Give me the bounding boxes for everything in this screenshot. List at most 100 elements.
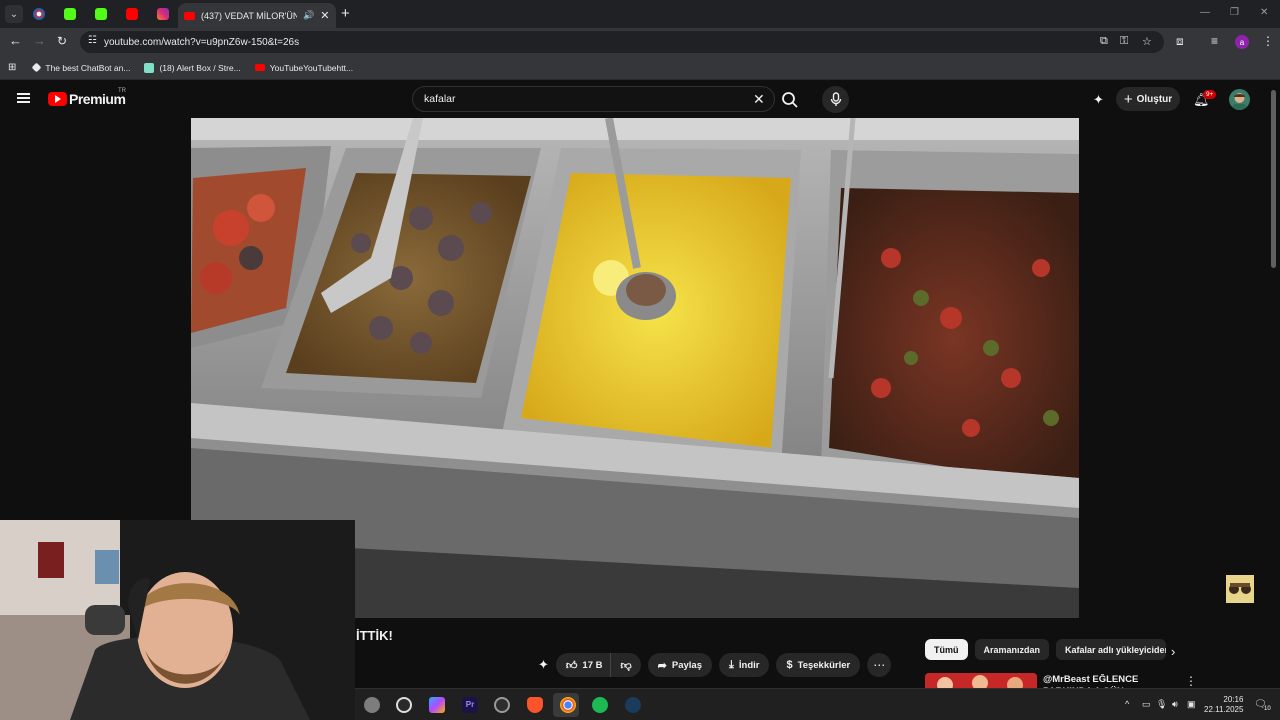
steam-icon[interactable] — [625, 697, 641, 713]
dislike-button[interactable]: 👎︎ — [611, 653, 641, 677]
share-label: Paylaş — [671, 659, 702, 671]
back-icon[interactable]: ← — [9, 34, 22, 48]
chrome-circle-icon — [32, 8, 45, 20]
bookmark-label: (18) Alert Box / Stre... — [159, 62, 241, 73]
account-avatar[interactable] — [1229, 89, 1250, 110]
speedometer-icon[interactable] — [396, 697, 412, 713]
close-icon[interactable]: ✕ — [320, 9, 329, 22]
instagram-icon — [156, 8, 169, 20]
download-button[interactable]: ⤓ İndir — [719, 653, 770, 677]
notification-count: 10 — [1264, 706, 1271, 712]
pinned-tab-4[interactable] — [116, 0, 147, 28]
chrome-menu-icon[interactable]: ⋮ — [1262, 34, 1274, 48]
speaker-icon[interactable]: 🔊 — [303, 10, 314, 21]
active-tab[interactable]: (437) VEDAT MİLOR'ÜN İSTA 🔊 ✕ — [178, 3, 336, 28]
youtube-icon — [125, 8, 138, 20]
network-icon[interactable]: ▣ — [1187, 699, 1196, 710]
chevron-up-icon[interactable]: ^ — [1125, 699, 1129, 709]
channel-logo-icon — [1226, 575, 1254, 603]
bookmark-item[interactable]: (18) Alert Box / Stre... — [144, 62, 241, 73]
video-actions: ✦ 👍︎ 17 B 👎︎ ➦ Paylaş ⤓ İndir $ Teşekkürler … — [538, 653, 892, 677]
premiere-pro-icon[interactable]: Pr — [462, 697, 478, 713]
download-icon: ⤓ — [729, 658, 734, 671]
media-controls-icon[interactable]: ≡ — [1211, 34, 1218, 48]
windows-taskbar: Pr ^ ▭ 🎙︎ 🔊︎ ▣ 20:16 22.11.2025 🗨︎ 10 — [355, 688, 1280, 720]
search-input[interactable] — [424, 93, 724, 105]
chip-from-uploader[interactable]: Kafalar adlı yükleyiciden — [1056, 639, 1167, 660]
password-key-icon[interactable]: ⚿ — [1120, 35, 1128, 48]
chip-from-search[interactable]: Aramanızdan — [974, 639, 1050, 660]
kick-icon — [94, 8, 107, 20]
spotify-icon[interactable] — [592, 697, 608, 713]
chatbot-icon — [31, 62, 42, 73]
more-actions-button[interactable]: ⋯ — [867, 653, 892, 677]
youtube-masthead: Premium TR ✕ ✦ +Oluştur 🔔︎ 9+ — [0, 81, 1280, 118]
install-app-icon[interactable]: ⧉ — [1100, 35, 1108, 48]
device-icon[interactable]: ▭ — [1142, 699, 1151, 710]
more-vertical-icon[interactable]: ⋮ — [1185, 674, 1197, 688]
voice-search-button[interactable] — [822, 86, 849, 113]
download-label: İndir — [738, 659, 760, 671]
youtube-logo-icon[interactable] — [48, 92, 67, 106]
menu-icon[interactable] — [17, 93, 30, 103]
share-button[interactable]: ➦ Paylaş — [647, 653, 712, 677]
chevron-right-icon[interactable]: › — [1171, 644, 1175, 659]
chevron-down-icon: ⌄ — [9, 8, 19, 20]
avatar-face-icon — [1232, 93, 1247, 110]
more-horizontal-icon: ⋯ — [873, 658, 886, 672]
plus-icon: + — [1123, 90, 1133, 108]
microphone-icon — [830, 92, 841, 106]
bookmarks-bar: ⊞ The best ChatBot an... (18) Alert Box … — [0, 56, 1280, 80]
brand-label[interactable]: Premium — [69, 91, 126, 107]
youtube-icon — [254, 64, 265, 71]
premium-sparkle-icon[interactable]: ✦ — [1093, 92, 1104, 108]
bookmark-item[interactable]: The best ChatBot an... — [31, 62, 130, 73]
super-thanks-icon: $ — [786, 659, 793, 671]
close-window-icon[interactable]: ✕ — [1260, 7, 1268, 18]
chip-all[interactable]: Tümü — [925, 639, 968, 660]
pinned-tab-1[interactable] — [23, 0, 54, 28]
bookmark-label: YouTubeYouTubehtt... — [269, 62, 354, 73]
clear-search-icon[interactable]: ✕ — [753, 91, 765, 108]
browser-tab-strip: ⌄ (437) VEDAT MİLOR'ÜN İSTA 🔊 ✕ + — ❐ ✕ — [0, 0, 1280, 28]
bookmark-star-icon[interactable]: ☆ — [1142, 35, 1152, 48]
page-scrollbar[interactable] — [1271, 90, 1276, 268]
volume-icon[interactable]: 🔊︎ — [1172, 699, 1178, 710]
bookmark-item[interactable]: YouTubeYouTubehtt... — [254, 62, 354, 73]
pinned-tab-2[interactable] — [54, 0, 85, 28]
tab-search-menu-button[interactable]: ⌄ — [5, 5, 23, 23]
youtube-icon — [184, 11, 195, 20]
recommendation-chips: Tümü Aramanızdan Kafalar adlı yükleyicid… — [925, 639, 1167, 660]
channel-watermark[interactable] — [1226, 575, 1254, 603]
share-arrow-icon: ➦ — [657, 659, 667, 672]
reload-icon[interactable]: ↻ — [57, 34, 67, 48]
url-text[interactable]: youtube.com/watch?v=u9pnZ6w-150&t=26s — [104, 37, 299, 48]
region-label: TR — [118, 88, 126, 94]
thumbs-down-icon: 👎︎ — [620, 659, 632, 672]
search-box[interactable]: ✕ — [412, 86, 775, 112]
pinned-tab-5[interactable] — [147, 0, 178, 28]
restore-icon[interactable]: ❐ — [1230, 7, 1239, 18]
apps-grid-icon[interactable]: ⊞ — [8, 62, 16, 73]
notification-count-badge: 9+ — [1203, 90, 1217, 99]
address-bar[interactable]: ☷ youtube.com/watch?v=u9pnZ6w-150&t=26s … — [80, 31, 1164, 53]
new-tab-button[interactable]: + — [341, 6, 350, 21]
system-clock[interactable]: 20:16 22.11.2025 — [1204, 695, 1243, 715]
premium-sparkle-icon[interactable]: ✦ — [538, 657, 549, 673]
minimize-icon[interactable]: — — [1200, 7, 1210, 18]
brave-icon[interactable] — [527, 697, 543, 713]
obs-icon[interactable] — [494, 697, 510, 713]
copilot-icon[interactable] — [429, 697, 445, 713]
microphone-tray-icon[interactable]: 🎙︎ — [1156, 699, 1167, 710]
create-button[interactable]: + Oluştur — [1116, 87, 1180, 111]
thanks-button[interactable]: $ Teşekkürler — [776, 653, 861, 677]
forward-icon[interactable]: → — [33, 34, 46, 48]
extensions-icon[interactable]: ⧈ — [1176, 34, 1184, 49]
chrome-icon[interactable] — [560, 697, 576, 713]
pinned-tab-3[interactable] — [85, 0, 116, 28]
search-icon[interactable] — [781, 91, 799, 109]
settings-gear-icon[interactable] — [364, 697, 380, 713]
like-button[interactable]: 👍︎ 17 B — [555, 653, 612, 677]
site-info-icon[interactable]: ☷ — [88, 35, 97, 46]
profile-avatar[interactable]: a — [1235, 35, 1249, 49]
